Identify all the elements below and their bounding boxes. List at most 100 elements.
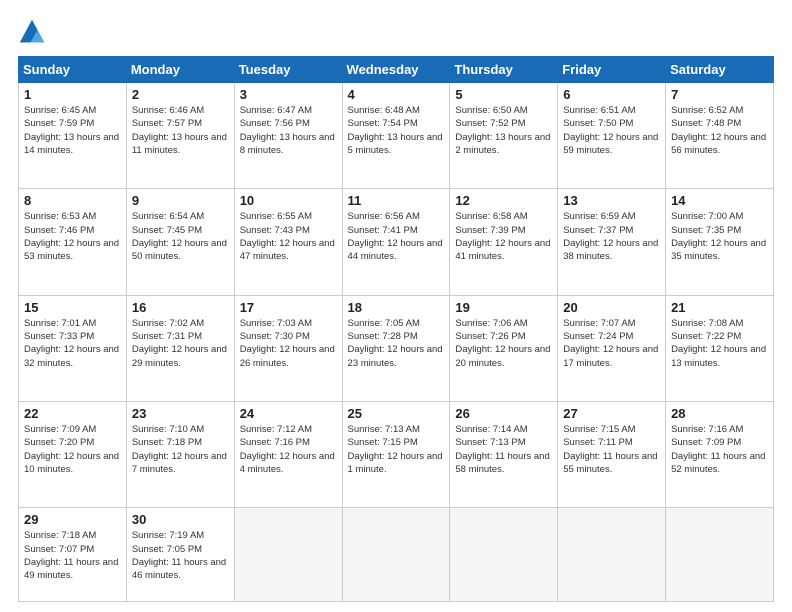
col-sunday: Sunday (19, 57, 127, 83)
table-row (234, 508, 342, 602)
table-row: 29 Sunrise: 7:18 AMSunset: 7:07 PMDaylig… (19, 508, 127, 602)
day-number: 27 (563, 406, 660, 421)
calendar-header-row: Sunday Monday Tuesday Wednesday Thursday… (19, 57, 774, 83)
day-info: Sunrise: 7:06 AMSunset: 7:26 PMDaylight:… (455, 317, 552, 370)
day-info: Sunrise: 7:15 AMSunset: 7:11 PMDaylight:… (563, 423, 660, 476)
day-number: 1 (24, 87, 121, 102)
table-row (342, 508, 450, 602)
day-info: Sunrise: 7:03 AMSunset: 7:30 PMDaylight:… (240, 317, 337, 370)
day-info: Sunrise: 6:56 AMSunset: 7:41 PMDaylight:… (348, 210, 445, 263)
col-monday: Monday (126, 57, 234, 83)
day-info: Sunrise: 7:12 AMSunset: 7:16 PMDaylight:… (240, 423, 337, 476)
table-row: 8 Sunrise: 6:53 AMSunset: 7:46 PMDayligh… (19, 189, 127, 295)
table-row: 3 Sunrise: 6:47 AMSunset: 7:56 PMDayligh… (234, 83, 342, 189)
day-info: Sunrise: 6:59 AMSunset: 7:37 PMDaylight:… (563, 210, 660, 263)
day-number: 16 (132, 300, 229, 315)
table-row: 7 Sunrise: 6:52 AMSunset: 7:48 PMDayligh… (666, 83, 774, 189)
day-number: 5 (455, 87, 552, 102)
day-info: Sunrise: 7:09 AMSunset: 7:20 PMDaylight:… (24, 423, 121, 476)
day-info: Sunrise: 7:13 AMSunset: 7:15 PMDaylight:… (348, 423, 445, 476)
day-info: Sunrise: 7:18 AMSunset: 7:07 PMDaylight:… (24, 529, 121, 582)
day-info: Sunrise: 6:48 AMSunset: 7:54 PMDaylight:… (348, 104, 445, 157)
calendar: Sunday Monday Tuesday Wednesday Thursday… (18, 56, 774, 602)
day-info: Sunrise: 7:14 AMSunset: 7:13 PMDaylight:… (455, 423, 552, 476)
table-row (558, 508, 666, 602)
day-number: 6 (563, 87, 660, 102)
day-info: Sunrise: 6:47 AMSunset: 7:56 PMDaylight:… (240, 104, 337, 157)
table-row: 28 Sunrise: 7:16 AMSunset: 7:09 PMDaylig… (666, 402, 774, 508)
day-info: Sunrise: 6:55 AMSunset: 7:43 PMDaylight:… (240, 210, 337, 263)
day-info: Sunrise: 6:54 AMSunset: 7:45 PMDaylight:… (132, 210, 229, 263)
day-info: Sunrise: 7:19 AMSunset: 7:05 PMDaylight:… (132, 529, 229, 582)
day-info: Sunrise: 7:01 AMSunset: 7:33 PMDaylight:… (24, 317, 121, 370)
day-info: Sunrise: 7:05 AMSunset: 7:28 PMDaylight:… (348, 317, 445, 370)
table-row: 14 Sunrise: 7:00 AMSunset: 7:35 PMDaylig… (666, 189, 774, 295)
day-info: Sunrise: 6:46 AMSunset: 7:57 PMDaylight:… (132, 104, 229, 157)
table-row: 20 Sunrise: 7:07 AMSunset: 7:24 PMDaylig… (558, 295, 666, 401)
table-row: 19 Sunrise: 7:06 AMSunset: 7:26 PMDaylig… (450, 295, 558, 401)
day-number: 11 (348, 193, 445, 208)
table-row: 30 Sunrise: 7:19 AMSunset: 7:05 PMDaylig… (126, 508, 234, 602)
day-number: 24 (240, 406, 337, 421)
table-row (450, 508, 558, 602)
day-number: 9 (132, 193, 229, 208)
table-row: 10 Sunrise: 6:55 AMSunset: 7:43 PMDaylig… (234, 189, 342, 295)
table-row: 1 Sunrise: 6:45 AMSunset: 7:59 PMDayligh… (19, 83, 127, 189)
table-row: 11 Sunrise: 6:56 AMSunset: 7:41 PMDaylig… (342, 189, 450, 295)
header (18, 18, 774, 46)
day-number: 4 (348, 87, 445, 102)
day-number: 17 (240, 300, 337, 315)
table-row: 2 Sunrise: 6:46 AMSunset: 7:57 PMDayligh… (126, 83, 234, 189)
day-info: Sunrise: 7:02 AMSunset: 7:31 PMDaylight:… (132, 317, 229, 370)
table-row: 24 Sunrise: 7:12 AMSunset: 7:16 PMDaylig… (234, 402, 342, 508)
day-info: Sunrise: 6:53 AMSunset: 7:46 PMDaylight:… (24, 210, 121, 263)
day-info: Sunrise: 6:58 AMSunset: 7:39 PMDaylight:… (455, 210, 552, 263)
day-number: 26 (455, 406, 552, 421)
col-thursday: Thursday (450, 57, 558, 83)
day-number: 8 (24, 193, 121, 208)
col-saturday: Saturday (666, 57, 774, 83)
day-number: 23 (132, 406, 229, 421)
table-row: 4 Sunrise: 6:48 AMSunset: 7:54 PMDayligh… (342, 83, 450, 189)
day-number: 28 (671, 406, 768, 421)
day-number: 25 (348, 406, 445, 421)
table-row: 5 Sunrise: 6:50 AMSunset: 7:52 PMDayligh… (450, 83, 558, 189)
table-row: 12 Sunrise: 6:58 AMSunset: 7:39 PMDaylig… (450, 189, 558, 295)
day-info: Sunrise: 6:50 AMSunset: 7:52 PMDaylight:… (455, 104, 552, 157)
day-number: 13 (563, 193, 660, 208)
day-info: Sunrise: 7:07 AMSunset: 7:24 PMDaylight:… (563, 317, 660, 370)
table-row (666, 508, 774, 602)
day-number: 19 (455, 300, 552, 315)
logo-icon (18, 18, 46, 46)
day-number: 21 (671, 300, 768, 315)
table-row: 21 Sunrise: 7:08 AMSunset: 7:22 PMDaylig… (666, 295, 774, 401)
table-row: 25 Sunrise: 7:13 AMSunset: 7:15 PMDaylig… (342, 402, 450, 508)
table-row: 6 Sunrise: 6:51 AMSunset: 7:50 PMDayligh… (558, 83, 666, 189)
table-row: 13 Sunrise: 6:59 AMSunset: 7:37 PMDaylig… (558, 189, 666, 295)
day-info: Sunrise: 7:10 AMSunset: 7:18 PMDaylight:… (132, 423, 229, 476)
day-info: Sunrise: 6:45 AMSunset: 7:59 PMDaylight:… (24, 104, 121, 157)
table-row: 15 Sunrise: 7:01 AMSunset: 7:33 PMDaylig… (19, 295, 127, 401)
day-number: 22 (24, 406, 121, 421)
table-row: 16 Sunrise: 7:02 AMSunset: 7:31 PMDaylig… (126, 295, 234, 401)
day-number: 12 (455, 193, 552, 208)
table-row: 18 Sunrise: 7:05 AMSunset: 7:28 PMDaylig… (342, 295, 450, 401)
day-number: 15 (24, 300, 121, 315)
day-number: 3 (240, 87, 337, 102)
col-friday: Friday (558, 57, 666, 83)
day-number: 14 (671, 193, 768, 208)
table-row: 9 Sunrise: 6:54 AMSunset: 7:45 PMDayligh… (126, 189, 234, 295)
day-info: Sunrise: 7:16 AMSunset: 7:09 PMDaylight:… (671, 423, 768, 476)
day-number: 7 (671, 87, 768, 102)
table-row: 17 Sunrise: 7:03 AMSunset: 7:30 PMDaylig… (234, 295, 342, 401)
day-number: 2 (132, 87, 229, 102)
day-info: Sunrise: 7:08 AMSunset: 7:22 PMDaylight:… (671, 317, 768, 370)
day-info: Sunrise: 7:00 AMSunset: 7:35 PMDaylight:… (671, 210, 768, 263)
table-row: 22 Sunrise: 7:09 AMSunset: 7:20 PMDaylig… (19, 402, 127, 508)
table-row: 27 Sunrise: 7:15 AMSunset: 7:11 PMDaylig… (558, 402, 666, 508)
day-info: Sunrise: 6:52 AMSunset: 7:48 PMDaylight:… (671, 104, 768, 157)
day-number: 30 (132, 512, 229, 527)
col-wednesday: Wednesday (342, 57, 450, 83)
day-number: 18 (348, 300, 445, 315)
table-row: 23 Sunrise: 7:10 AMSunset: 7:18 PMDaylig… (126, 402, 234, 508)
